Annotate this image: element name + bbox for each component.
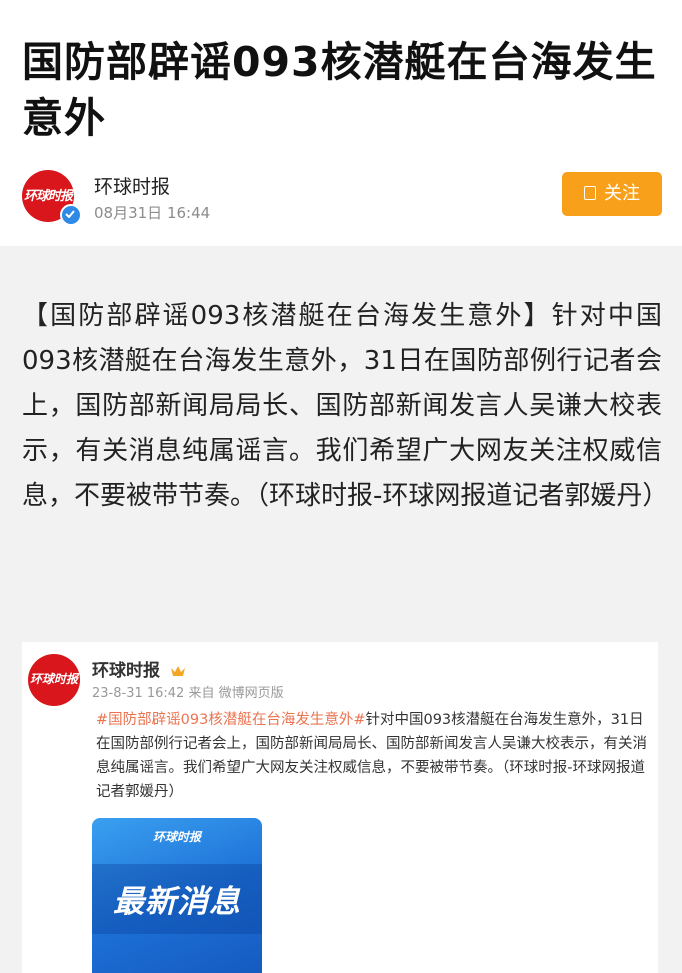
article-title: 国防部辟谣093核潜艇在台海发生意外: [22, 38, 657, 142]
embed-avatar-logo: 环球时报: [29, 672, 78, 686]
embed-hashtag[interactable]: #国防部辟谣093核潜艇在台海发生意外#: [96, 712, 365, 728]
avatar-logo: 环球时报: [23, 189, 73, 204]
embed-meta: 23-8-31 16:42 来自 微博网页版: [92, 686, 284, 701]
news-image[interactable]: 环球时报 最新消息: [92, 818, 262, 973]
follow-label: 关注: [604, 183, 640, 204]
author-row: 环球时报 环球时报 08月31日 16:44 关注: [22, 166, 662, 226]
post-time: 08月31日 16:44: [94, 204, 211, 222]
follow-plus-icon: [584, 186, 596, 200]
embed-avatar[interactable]: 环球时报: [28, 654, 80, 706]
crown-icon: [170, 666, 185, 676]
author-name[interactable]: 环球时报: [94, 172, 170, 199]
follow-button[interactable]: 关注: [562, 172, 662, 216]
embedded-post[interactable]: 环球时报 环球时报 23-8-31 16:42 来自 微博网页版 #国防部辟谣0…: [22, 642, 658, 973]
article-body: 【国防部辟谣093核潜艇在台海发生意外】针对中国093核潜艇在台海发生意外，31…: [22, 301, 669, 511]
news-image-logo: 环球时报: [152, 830, 201, 844]
embed-author-label: 环球时报: [92, 661, 160, 681]
article-header: 国防部辟谣093核潜艇在台海发生意外 环球时报 环球时报 08月31日 16:4…: [0, 0, 682, 246]
news-image-text: 最新消息: [113, 884, 241, 920]
embed-author-name[interactable]: 环球时报: [92, 656, 186, 681]
verified-badge-icon: [60, 204, 82, 226]
embed-text: #国防部辟谣093核潜艇在台海发生意外#针对中国093核潜艇在台海发生意外，31…: [96, 708, 652, 804]
